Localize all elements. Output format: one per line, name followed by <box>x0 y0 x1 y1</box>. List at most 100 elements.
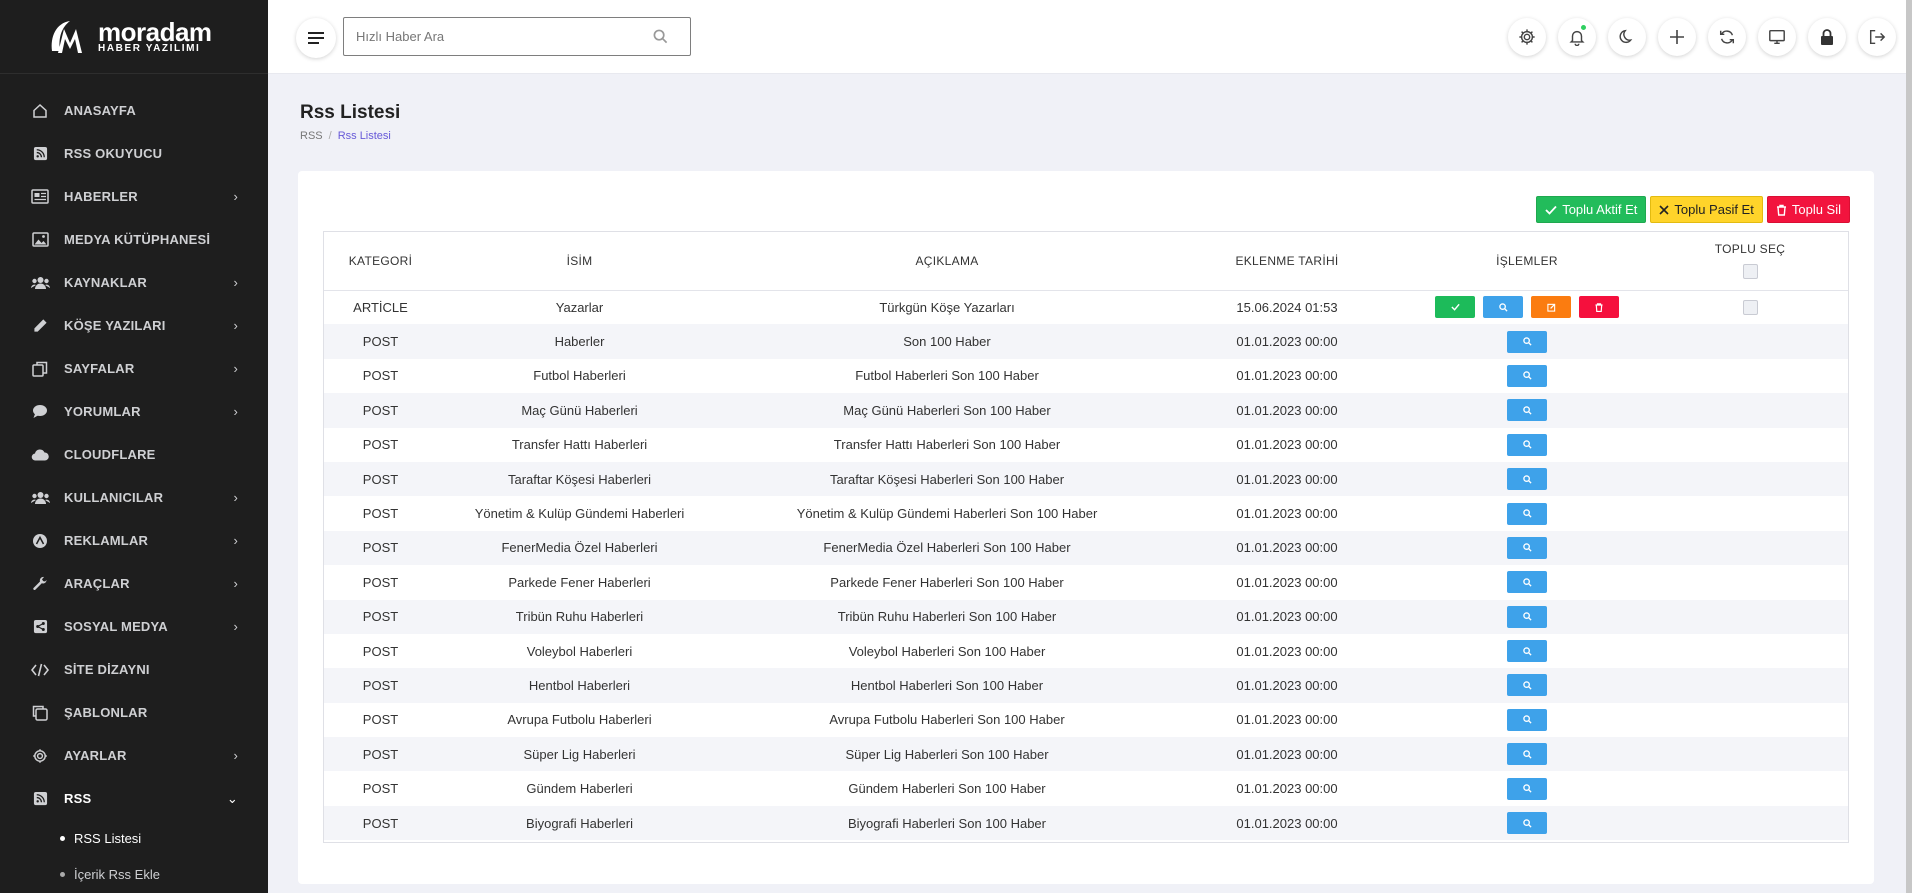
share-icon <box>30 618 50 636</box>
sidebar-item-kullanicilar[interactable]: KULLANICILAR › <box>0 476 268 519</box>
sidebar-item-label: ŞABLONLAR <box>64 705 148 720</box>
view-button[interactable] <box>1507 536 1547 559</box>
cell-isim: Haberler <box>554 334 605 350</box>
sidebar-item-kaynaklar[interactable]: KAYNAKLAR › <box>0 261 268 304</box>
table-row: POST Voleybol Haberleri Voleybol Haberleri… <box>324 634 1848 668</box>
sidebar-item-cloudflare[interactable]: CLOUDFLARE <box>0 433 268 476</box>
cell-toplu-sec <box>1652 531 1848 565</box>
view-button[interactable] <box>1507 674 1547 697</box>
bulk-activate-button[interactable]: Toplu Aktif Et <box>1536 196 1647 223</box>
view-site-button[interactable] <box>1758 18 1796 56</box>
sidebar-item-reklamlar[interactable]: REKLAMLAR › <box>0 519 268 562</box>
sidebar-item-si-te-di-zayni[interactable]: SİTE DİZAYNI <box>0 648 268 691</box>
sidebar-item-şablonlar[interactable]: ŞABLONLAR <box>0 691 268 734</box>
page-title: Rss Listesi <box>300 102 401 123</box>
cell-islemler <box>1402 462 1652 496</box>
view-button[interactable] <box>1507 364 1547 387</box>
sidebar-subitem-0[interactable]: RSS Listesi <box>0 820 268 856</box>
image-icon <box>30 231 50 249</box>
view-button[interactable] <box>1507 812 1547 835</box>
cell-toplu-sec <box>1652 634 1848 668</box>
cell-aciklama: Süper Lig Haberleri Son 100 Haber <box>845 746 1049 762</box>
view-button[interactable] <box>1507 468 1547 491</box>
search-icon <box>1522 715 1532 724</box>
sidebar-item-sosyal-medya[interactable]: SOSYAL MEDYA › <box>0 605 268 648</box>
search-icon <box>1522 681 1532 690</box>
logout-button[interactable] <box>1858 18 1896 56</box>
delete-button[interactable] <box>1579 296 1619 319</box>
row-select-checkbox[interactable] <box>1742 300 1758 316</box>
topbar-actions <box>1508 18 1896 56</box>
view-button[interactable] <box>1483 296 1523 319</box>
bulk-deactivate-button[interactable]: Toplu Pasif Et <box>1650 196 1763 223</box>
cell-islemler <box>1402 359 1652 393</box>
view-button[interactable] <box>1507 571 1547 594</box>
cell-kategori: POST <box>362 334 399 350</box>
breadcrumb-item-rss[interactable]: RSS <box>300 130 323 142</box>
cell-eklenme-tarihi: 01.01.2023 00:00 <box>1236 643 1338 659</box>
activate-button[interactable] <box>1435 296 1475 319</box>
select-all-checkbox[interactable] <box>1742 264 1758 280</box>
edit-button[interactable] <box>1531 296 1571 319</box>
sidebar-item-haberler[interactable]: HABERLER › <box>0 175 268 218</box>
cell-islemler <box>1402 393 1652 427</box>
cell-isim: Parkede Fener Haberleri <box>508 574 651 590</box>
add-button[interactable] <box>1658 18 1696 56</box>
bulk-delete-label: Toplu Sil <box>1791 202 1841 217</box>
users-icon <box>30 274 50 292</box>
cell-eklenme-tarihi: 01.01.2023 00:00 <box>1236 712 1338 728</box>
logout-icon <box>1869 29 1886 45</box>
cell-toplu-sec <box>1652 324 1848 358</box>
cell-islemler <box>1402 806 1652 840</box>
sidebar-item-köşe-yazilari[interactable]: KÖŞE YAZILARI › <box>0 304 268 347</box>
lock-button[interactable] <box>1808 18 1846 56</box>
view-button[interactable] <box>1507 433 1547 456</box>
sidebar-item-anasayfa[interactable]: ANASAYFA <box>0 89 268 132</box>
view-button[interactable] <box>1507 399 1547 422</box>
bulk-delete-button[interactable]: Toplu Sil <box>1766 196 1850 223</box>
view-button[interactable] <box>1507 743 1547 766</box>
view-button[interactable] <box>1507 502 1547 525</box>
page-header: Rss Listesi RSS / Rss Listesi <box>300 102 400 142</box>
row-actions <box>1507 674 1547 697</box>
cell-kategori: POST <box>362 402 399 418</box>
view-button[interactable] <box>1507 640 1547 663</box>
sidebar-item-rss[interactable]: RSS ⌄ <box>0 777 268 820</box>
sidebar-item-label: RSS <box>64 791 92 806</box>
view-button[interactable] <box>1507 330 1547 353</box>
dark-mode-button[interactable] <box>1608 18 1646 56</box>
chevron-icon: › <box>233 404 238 419</box>
sidebar-item-yorumlar[interactable]: YORUMLAR › <box>0 390 268 433</box>
chevron-icon: › <box>233 189 238 204</box>
sidebar-item-label: HABERLER <box>64 189 138 204</box>
row-actions <box>1507 330 1547 353</box>
cell-aciklama: Hentbol Haberleri Son 100 Haber <box>850 677 1044 693</box>
menu-toggle-button[interactable] <box>296 18 336 58</box>
toplu-sec-label: TOPLU SEÇ <box>1714 242 1786 257</box>
search-icon[interactable] <box>653 29 668 44</box>
search-input[interactable] <box>344 18 634 55</box>
sidebar-item-araçlar[interactable]: ARAÇLAR › <box>0 562 268 605</box>
sidebar-item-sayfalar[interactable]: SAYFALAR › <box>0 347 268 390</box>
notifications-button[interactable] <box>1558 18 1596 56</box>
page-scrollbar[interactable] <box>1906 0 1912 893</box>
chevron-icon: › <box>233 576 238 591</box>
refresh-icon <box>1719 30 1735 44</box>
view-button[interactable] <box>1507 605 1547 628</box>
settings-button[interactable] <box>1508 18 1546 56</box>
sidebar-subitem-1[interactable]: İçerik Rss Ekle <box>0 856 268 892</box>
cell-aciklama: Tribün Ruhu Haberleri Son 100 Haber <box>837 609 1057 625</box>
brand-logo[interactable]: moradam HABER YAZILIMI <box>0 0 268 74</box>
brand-logo-mark-icon <box>51 20 82 53</box>
view-button[interactable] <box>1507 777 1547 800</box>
sidebar-item-ayarlar[interactable]: AYARLAR › <box>0 734 268 777</box>
view-button[interactable] <box>1507 708 1547 731</box>
sidebar-item-medya-kütüphanesi-[interactable]: MEDYA KÜTÜPHANESİ <box>0 218 268 261</box>
trash-icon <box>1595 303 1603 312</box>
search-icon <box>1522 543 1532 552</box>
sidebar-item-rss-okuyucu[interactable]: RSS OKUYUCU <box>0 132 268 175</box>
table-row: POST Yönetim & Kulüp Gündemi Haberleri Yön… <box>324 496 1848 530</box>
row-actions <box>1507 433 1547 456</box>
breadcrumb-separator: / <box>328 130 332 142</box>
refresh-button[interactable] <box>1708 18 1746 56</box>
